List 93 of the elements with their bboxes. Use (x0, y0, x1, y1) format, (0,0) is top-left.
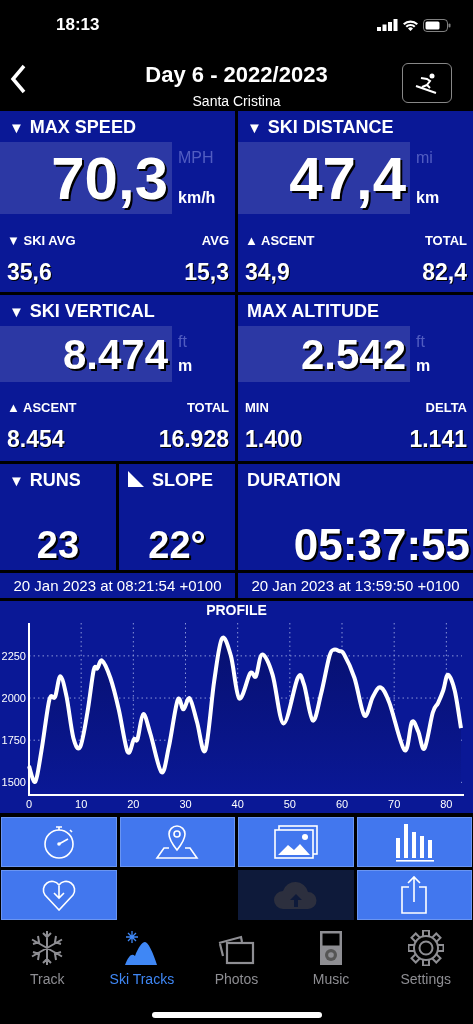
stat-value: 34,9 (245, 259, 291, 285)
stat-label: TOTAL (424, 233, 467, 248)
unit-label[interactable]: m (178, 354, 193, 378)
action-button[interactable] (119, 817, 235, 867)
stat-label: SKI AVG (23, 233, 76, 248)
stat-value: 35,6 (7, 259, 53, 285)
stat-arrow: ▲ (245, 233, 258, 248)
chart-title: PROFILE (205, 601, 268, 619)
main-value: 70,3 (0, 142, 172, 214)
axis-tick-label: 2250 (1, 649, 26, 662)
stat-label: ASCENT (23, 400, 77, 415)
axis-tick-label: 1750 (1, 734, 26, 747)
stat-label: TOTAL (186, 400, 229, 415)
skier-button[interactable] (402, 63, 452, 103)
counter-value: 22° (147, 523, 207, 567)
action-button[interactable] (1, 817, 117, 867)
stat-value: 8.454 (7, 426, 66, 452)
photos-icon (272, 824, 319, 860)
tab-item[interactable]: Track (0, 926, 95, 992)
stat-arrow: ▲ (7, 400, 20, 415)
timestamp: 20 Jan 2023 at 08:21:54 +0100 (0, 573, 235, 598)
photos-icon (217, 934, 256, 966)
panel-title: DURATION (247, 470, 341, 490)
axis-tick-label: 0 (25, 798, 33, 810)
unit-label[interactable]: m (416, 354, 431, 378)
dropdown-arrow: ▼ (247, 119, 262, 136)
panel-title: SKI DISTANCE (267, 117, 394, 137)
signal-icon (377, 19, 398, 31)
stat-arrow: ▼ (7, 233, 20, 248)
settings-icon (407, 930, 444, 966)
screen-subtitle: Santa Cristina (192, 93, 281, 110)
stat-value: 82,4 (422, 259, 467, 285)
tab-item[interactable]: Photos (189, 926, 284, 992)
panel-title: MAX ALTITUDE (247, 301, 379, 321)
axis-tick-label: 50 (283, 798, 296, 810)
action-button[interactable] (356, 817, 472, 867)
stat-value: 1.400 (245, 426, 303, 452)
counter-value: 05:37:55 (292, 523, 471, 567)
cloud-upload-icon (272, 880, 319, 910)
back-button[interactable] (8, 62, 28, 96)
main-value: 47,4 (238, 142, 410, 214)
skier-icon (415, 72, 439, 94)
mountain-snowflake-icon (124, 930, 159, 966)
panel-title: SLOPE (152, 470, 213, 490)
main-value: 8.474 (0, 326, 172, 382)
axis-tick-label: 70 (388, 798, 401, 810)
action-button[interactable] (1, 870, 117, 920)
timestamp: 20 Jan 2023 at 13:59:50 +0100 (238, 573, 473, 598)
battery-icon (423, 18, 451, 32)
stat-value: 16.928 (158, 426, 229, 452)
axis-tick-label: 20 (127, 798, 140, 810)
axis-tick-label: 1500 (1, 776, 26, 789)
stat-value: 15,3 (184, 259, 229, 285)
screen-title: Day 6 - 2022/2023 (145, 62, 328, 88)
unit-label[interactable]: km (416, 186, 440, 210)
action-button[interactable] (238, 817, 354, 867)
panel-title: SKI VERTICAL (29, 301, 155, 321)
axis-tick-label: 10 (75, 798, 88, 810)
counter-value: 23 (35, 523, 81, 567)
chevron-left-icon (10, 64, 26, 94)
panel-title: RUNS (29, 470, 81, 490)
axis-tick-label: 80 (440, 798, 453, 810)
stat-panel[interactable]: SLOPE 22° (119, 464, 235, 570)
stat-label: DELTA (425, 400, 467, 415)
stat-panel[interactable]: DURATION 05:37:55 (238, 464, 473, 570)
unit-label[interactable]: km/h (178, 186, 216, 210)
clock-time: 18:13 (56, 14, 100, 37)
tab-item[interactable]: Ski Tracks (94, 926, 190, 992)
share-icon (400, 875, 429, 915)
stat-panel[interactable]: ▼ RUNS 23 (0, 464, 116, 570)
stat-label: AVG (201, 233, 229, 248)
stat-label: ASCENT (261, 233, 315, 248)
stat-value: 1.141 (409, 426, 467, 452)
stat-label: MIN (245, 400, 269, 415)
axis-tick-label: 60 (335, 798, 349, 810)
dropdown-arrow: ▼ (9, 303, 24, 320)
axis-tick-label: 2000 (1, 692, 26, 705)
dropdown-arrow: ▼ (9, 472, 24, 489)
tab-item[interactable]: Music (283, 926, 379, 992)
panel-title: MAX SPEED (29, 117, 136, 137)
main-value: 2.542 (238, 326, 410, 382)
axis-tick-label: 40 (231, 798, 244, 810)
snowflake-icon (30, 930, 65, 966)
tab-item[interactable]: Settings (378, 926, 473, 992)
slope-icon (128, 471, 144, 487)
action-button[interactable] (356, 870, 472, 920)
heart-download-icon (40, 878, 77, 912)
dropdown-arrow: ▼ (9, 119, 24, 136)
music-player-icon (319, 930, 344, 966)
wifi-icon (402, 19, 419, 31)
stopwatch-icon (41, 824, 76, 860)
map-pin-icon (155, 824, 200, 860)
axis-tick-label: 30 (179, 798, 192, 810)
